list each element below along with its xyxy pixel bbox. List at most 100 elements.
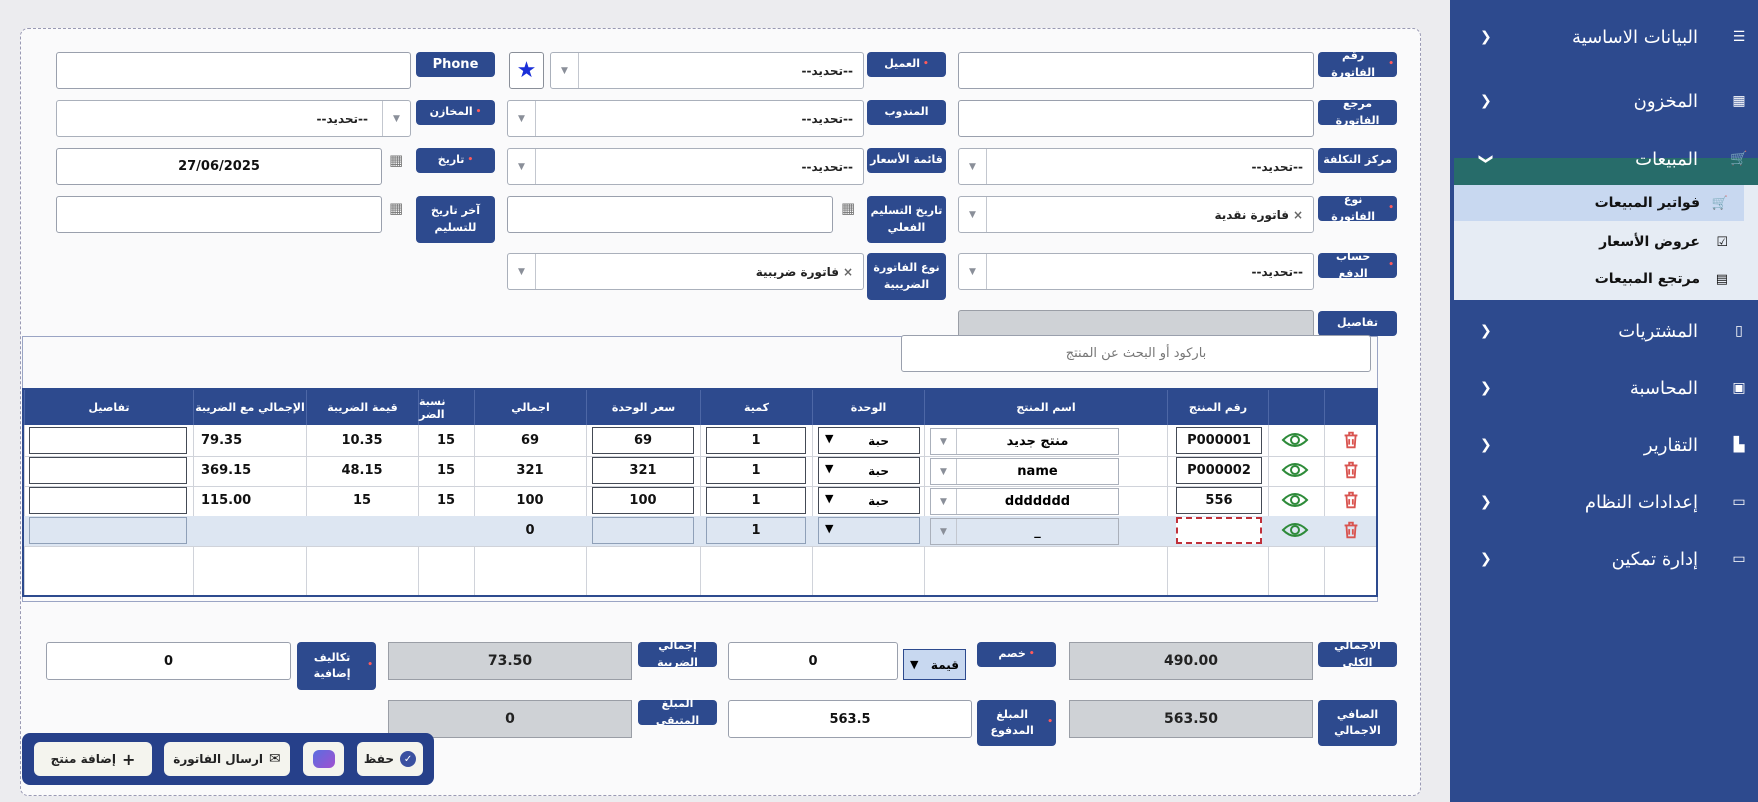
paid-input[interactable]: 563.5 [728, 700, 972, 738]
row-details-input[interactable] [29, 487, 187, 514]
eye-icon[interactable] [1281, 520, 1309, 540]
unit-value: حبة [868, 494, 889, 508]
add-product-button[interactable]: إضافة منتج + [34, 742, 152, 776]
quantity-input[interactable]: 1 [706, 457, 806, 484]
unit-price-input[interactable]: 69 [592, 427, 694, 454]
quantity-input[interactable]: 1 [706, 487, 806, 514]
submenu-sales-returns[interactable]: مرتجع المبيعات ▤ [1454, 261, 1758, 297]
customer-value: --تحديد-- [801, 63, 853, 78]
invoice-ref-input[interactable] [958, 100, 1314, 137]
product-code-input[interactable]: 556 [1176, 487, 1262, 514]
sidebar-item-sales[interactable]: المبيعات 🛒 ❯ [1450, 140, 1758, 178]
price-list-label: قائمة الأسعار [867, 148, 946, 173]
row-details-input[interactable] [29, 517, 187, 544]
payment-account-value: --تحديد-- [1251, 264, 1303, 279]
grand-total-label: الاجمالي الكلي [1318, 639, 1397, 669]
action-bar: حفظ ✓ ارسال الفاتورة ✉ إضافة منتج + [22, 733, 434, 785]
submenu-label: مرتجع المبيعات [1594, 271, 1700, 287]
envelope-icon: ✉ [268, 751, 281, 767]
clear-icon[interactable]: × [1293, 208, 1303, 222]
eye-icon[interactable] [1281, 490, 1309, 510]
invoice-type-select[interactable]: ▼ فاتورة نقدية × [958, 196, 1314, 233]
chevron-down-icon: ▼ [508, 101, 536, 136]
tax-rate: 15 [436, 462, 456, 478]
tax-invoice-type-select[interactable]: ▼ فاتورة ضريبية × [507, 253, 864, 290]
customer-select[interactable]: ▼ --تحديد-- [550, 52, 864, 89]
row-details-input[interactable] [29, 427, 187, 454]
unit-select[interactable]: ▼ [818, 517, 920, 544]
last-delivery-input[interactable] [56, 196, 382, 233]
column-header-price: سعر الوحدة [586, 390, 700, 425]
unit-value: حبة [868, 434, 889, 448]
sidebar-item-basic-data[interactable]: البيانات الاساسية ☰ ❯ [1450, 17, 1758, 57]
calendar-icon[interactable]: ▦ [389, 199, 403, 217]
star-button[interactable]: ★ [509, 52, 544, 89]
chevron-down-icon: ▼ [931, 429, 957, 454]
chevron-down-icon: ▼ [910, 658, 919, 671]
eye-icon[interactable] [1281, 460, 1309, 480]
payment-account-select[interactable]: ▼ --تحديد-- [958, 253, 1314, 290]
sidebar-item-system-settings[interactable]: إعدادات النظام ▭ ❯ [1450, 482, 1758, 522]
grid-icon: ▦ [1732, 93, 1746, 109]
product-name-select[interactable]: ▼ name [930, 458, 1119, 485]
briefcase-icon: ▣ [1732, 380, 1746, 396]
price-list-select[interactable]: ▼ --تحديد-- [507, 148, 864, 185]
last-delivery-label-text: آخر تاريخ للتسليم [430, 204, 481, 234]
monitor-icon: ▭ [1732, 551, 1746, 567]
sidebar-item-inventory[interactable]: المخزون ▦ ❯ [1450, 81, 1758, 121]
trash-icon[interactable] [1340, 459, 1362, 481]
product-search-input[interactable]: باركود أو البحث عن المنتج [901, 335, 1371, 372]
whatsapp-button[interactable] [303, 742, 344, 776]
submenu-sales-invoices[interactable]: فواتير المبيعات 🛒 [1454, 185, 1758, 221]
date-input[interactable]: 27/06/2025 [56, 148, 382, 185]
discount-type-select[interactable]: ▼ قيمة [903, 649, 966, 680]
id-card-icon: ▤ [1715, 271, 1728, 287]
sidebar-item-purchases[interactable]: المشتريات ▯ ❯ [1450, 311, 1758, 351]
calendar-icon[interactable]: ▦ [841, 199, 855, 217]
unit-price-input[interactable]: 321 [592, 457, 694, 484]
discount-input[interactable]: 0 [728, 642, 898, 680]
product-name-value: ddddddd [1004, 494, 1071, 509]
price-list-label-text: قائمة الأسعار [870, 153, 943, 167]
submenu-quotations[interactable]: عروض الأسعار ☑ [1454, 224, 1758, 260]
product-name-select[interactable]: ▼ _ [930, 518, 1119, 545]
calendar-icon[interactable]: ▦ [389, 151, 403, 169]
clear-icon[interactable]: × [843, 265, 853, 279]
unit-select[interactable]: ▼ حبة [818, 427, 920, 454]
column-divider [586, 425, 587, 595]
unit-price-input[interactable]: 100 [592, 487, 694, 514]
unit-select[interactable]: ▼ حبة [818, 457, 920, 484]
sidebar-item-tamkeen[interactable]: إدارة تمكين ▭ ❯ [1450, 539, 1758, 579]
invoice-no-input[interactable] [958, 52, 1314, 89]
cost-center-select[interactable]: ▼ --تحديد-- [958, 148, 1314, 185]
product-code-input[interactable] [1176, 517, 1262, 544]
save-button[interactable]: حفظ ✓ [357, 742, 423, 776]
trash-icon[interactable] [1340, 489, 1362, 511]
trash-icon[interactable] [1340, 429, 1362, 451]
delegate-select[interactable]: ▼ --تحديد-- [507, 100, 864, 137]
product-name-select[interactable]: ▼ ddddddd [930, 488, 1119, 515]
unit-select[interactable]: ▼ حبة [818, 487, 920, 514]
product-code-input[interactable]: P000001 [1176, 427, 1262, 454]
phone-input[interactable] [56, 52, 411, 89]
cost-center-value: --تحديد-- [1251, 159, 1303, 174]
product-name-select[interactable]: ▼ منتج جديد [930, 428, 1119, 455]
actual-delivery-input[interactable] [507, 196, 833, 233]
unit-price-input[interactable] [592, 517, 694, 544]
sidebar-item-accounting[interactable]: المحاسبة ▣ ❯ [1450, 368, 1758, 408]
sidebar-item-reports[interactable]: التقارير ▙ ❯ [1450, 425, 1758, 465]
row-details-input[interactable] [29, 457, 187, 484]
net-total-value: 563.50 [1069, 700, 1313, 738]
stores-select[interactable]: ▼ --تحديد-- [56, 100, 411, 137]
quantity-input[interactable]: 1 [706, 427, 806, 454]
eye-icon[interactable] [1281, 430, 1309, 450]
extra-costs-input[interactable]: 0 [46, 642, 291, 680]
quantity-input[interactable]: 1 [706, 517, 806, 544]
product-code-input[interactable]: P000002 [1176, 457, 1262, 484]
extra-costs-label: تكاليف إضافية • [297, 642, 376, 690]
stores-value: --تحديد-- [316, 111, 368, 126]
invoice-no-label-text: رقم الفاتورة [1331, 49, 1376, 79]
chevron-down-icon: ▼ [931, 459, 957, 484]
trash-icon[interactable] [1340, 519, 1362, 541]
send-invoice-button[interactable]: ارسال الفاتورة ✉ [164, 742, 290, 776]
